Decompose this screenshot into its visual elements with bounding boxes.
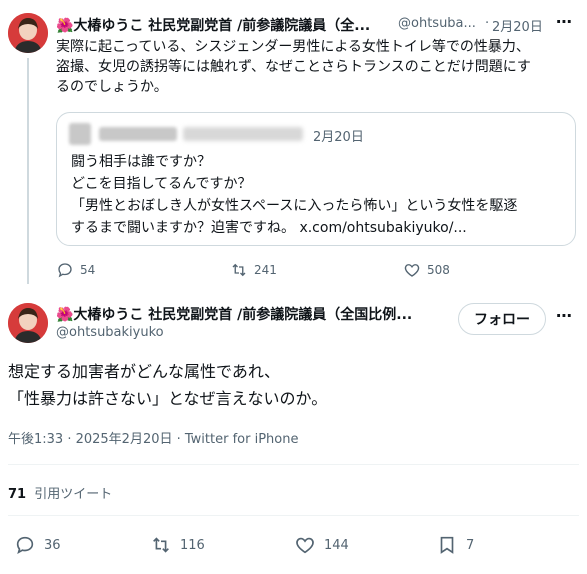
reply-button[interactable]: 54: [56, 261, 95, 279]
heart-icon: [404, 264, 420, 277]
more-horizontal-icon[interactable]: ⋯: [556, 12, 573, 31]
author-handle[interactable]: @ohtsuba...: [398, 16, 476, 31]
avatar[interactable]: [8, 13, 48, 53]
quote-count: 71: [8, 487, 27, 502]
reply-count: 36: [44, 537, 61, 553]
reply-button[interactable]: 36: [14, 534, 61, 556]
follow-button[interactable]: フォロー: [458, 303, 546, 335]
tweet-text-line: るのでしょうか。: [56, 79, 168, 95]
retweet-count: 116: [180, 537, 205, 553]
tweet-text-line: 盗撮、女児の誘拐等には触れず、なぜことさらトランスのことだけ問題にす: [56, 59, 531, 75]
tweet-text-line: 実際に起こっている、シスジェンダー男性による女性トイレ等での性暴力、: [56, 39, 530, 55]
tweet-date[interactable]: 2月20日: [492, 16, 543, 35]
quoted-text: 闘う相手は誰ですか？ どこを目指してるんですか？ 「男性とおぼしき人が女性スペー…: [71, 151, 571, 239]
quoted-name-blurred: [99, 127, 177, 141]
retweet-button[interactable]: 116: [150, 534, 205, 556]
tweet-text-line: 「性暴力は許さない」となぜ言えないのか。: [8, 389, 328, 408]
more-horizontal-icon[interactable]: ⋯: [556, 306, 573, 325]
reply-icon: [58, 263, 72, 278]
tweet-text-line: 想定する加害者がどんな属性であれ、: [8, 362, 281, 381]
like-button[interactable]: 144: [294, 534, 349, 556]
like-count: 144: [324, 537, 349, 553]
divider: [8, 464, 579, 465]
quoted-text-line: するまで闘いますか？迫害ですね。 x.com/ohtsubakiyuko/...: [71, 220, 467, 236]
retweet-button[interactable]: 241: [230, 261, 277, 279]
quoted-handle-blurred: [183, 127, 303, 141]
like-count: 508: [427, 263, 450, 277]
reply-count: 54: [80, 263, 96, 277]
retweet-icon: [153, 537, 169, 553]
heart-icon: [296, 537, 314, 554]
reply-icon: [16, 536, 34, 555]
bookmark-button[interactable]: 7: [436, 534, 474, 556]
author-name[interactable]: 🌺大椿ゆうこ 社民党副党首 /前参議院議員（全...: [56, 15, 394, 35]
retweet-icon: [232, 263, 246, 277]
author-name[interactable]: 🌺大椿ゆうこ 社民党副党首 /前参議院議員（全国比例...: [56, 304, 446, 324]
separator-dot: ·: [485, 16, 490, 31]
tweet-text: 想定する加害者がどんな属性であれ、 「性暴力は許さない」となぜ言えないのか。: [8, 358, 578, 412]
bookmark-count: 7: [466, 537, 475, 553]
bookmark-icon: [440, 536, 454, 554]
thread-line: [27, 58, 29, 284]
divider: [8, 515, 579, 516]
quoted-date: 2月20日: [313, 130, 364, 145]
tweet-timestamp[interactable]: 午後1:33 · 2025年2月20日 · Twitter for iPhone: [8, 428, 298, 447]
tweet-text: 実際に起こっている、シスジェンダー男性による女性トイレ等での性暴力、 盗撮、女児…: [56, 37, 581, 97]
author-handle[interactable]: @ohtsubakiyuko: [56, 325, 164, 340]
quoted-text-line: どこを目指してるんですか？: [71, 176, 252, 192]
quoted-tweet[interactable]: 2月20日 闘う相手は誰ですか？ どこを目指してるんですか？ 「男性とおぼしき人…: [56, 112, 576, 246]
retweet-count: 241: [254, 263, 277, 277]
quoted-avatar-blurred: [69, 123, 91, 145]
quoted-text-line: 「男性とおぼしき人が女性スペースに入ったら怖い」という女性を駆逐: [71, 198, 518, 214]
quote-tweets-link[interactable]: 71 引用ツイート: [8, 483, 112, 502]
quoted-text-line: 闘う相手は誰ですか？: [71, 154, 211, 170]
avatar[interactable]: [8, 303, 48, 343]
like-button[interactable]: 508: [403, 261, 450, 279]
quote-label: 引用ツイート: [34, 487, 113, 502]
